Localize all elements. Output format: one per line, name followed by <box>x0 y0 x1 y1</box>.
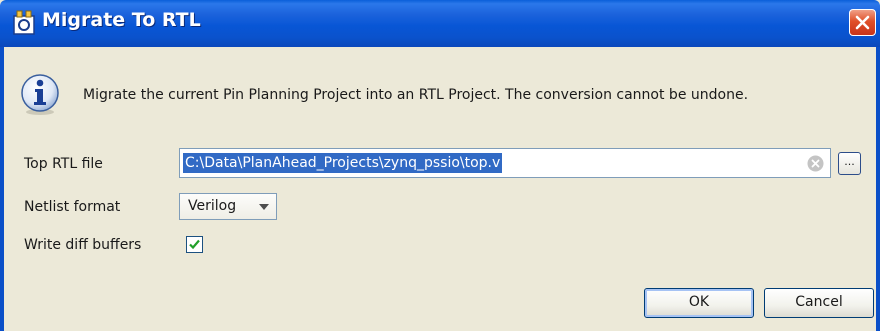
browse-button[interactable]: ... <box>838 152 861 175</box>
top-rtl-file-value[interactable]: C:\Data\PlanAhead_Projects\zynq_pssio\to… <box>183 153 503 173</box>
app-icon <box>13 10 35 35</box>
checkmark-icon <box>189 239 200 250</box>
info-icon <box>21 74 59 115</box>
info-message: Migrate the current Pin Planning Project… <box>83 87 749 103</box>
netlist-format-value: Verilog <box>188 198 237 214</box>
clear-icon[interactable] <box>807 155 824 172</box>
ok-button[interactable]: OK <box>644 288 754 318</box>
close-icon <box>855 15 870 30</box>
migrate-dialog: Migrate To RTL Migrate the current Pin P… <box>0 0 880 331</box>
write-diff-buffers-label: Write diff buffers <box>24 237 142 253</box>
top-rtl-label: Top RTL file <box>24 156 103 172</box>
write-diff-buffers-checkbox[interactable] <box>186 236 203 253</box>
title-bar[interactable]: Migrate To RTL <box>0 0 880 47</box>
netlist-format-select[interactable]: Verilog <box>179 193 277 220</box>
cancel-button[interactable]: Cancel <box>764 288 874 318</box>
window-border-left <box>0 47 4 331</box>
netlist-format-label: Netlist format <box>24 199 121 215</box>
chevron-down-icon <box>259 204 269 210</box>
close-button[interactable] <box>849 9 876 36</box>
dialog-title: Migrate To RTL <box>42 9 201 31</box>
top-rtl-file-input[interactable]: C:\Data\PlanAhead_Projects\zynq_pssio\to… <box>179 148 831 178</box>
window-border-right <box>876 47 880 331</box>
